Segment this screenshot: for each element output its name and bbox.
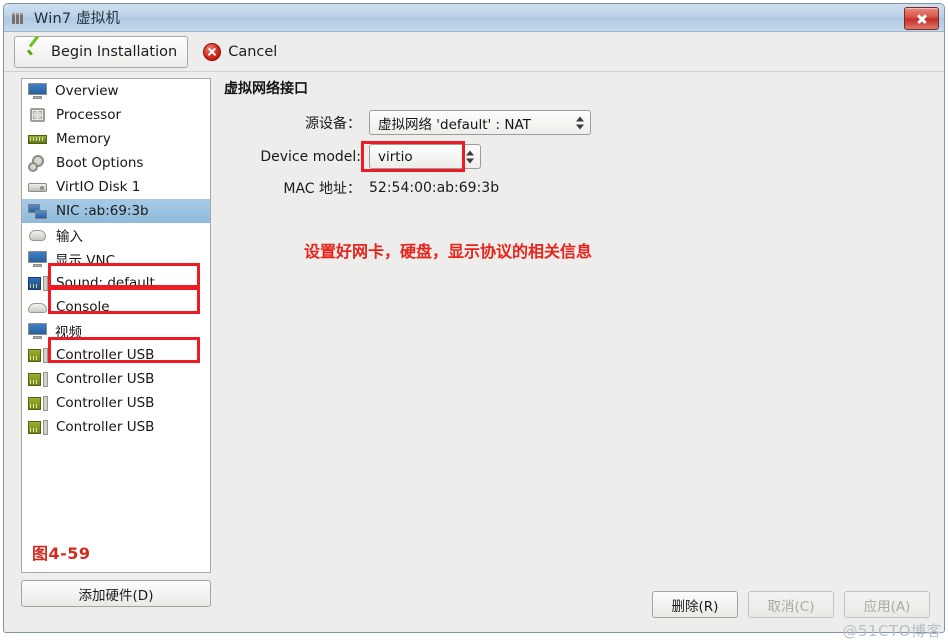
hardware-list-item[interactable]: Controller USB xyxy=(22,391,210,415)
device-model-label: Device model: xyxy=(260,148,361,165)
mac-address-label: MAC 地址： xyxy=(283,181,361,197)
apply-button: 应用(A) xyxy=(844,591,930,618)
mouse-icon xyxy=(28,227,48,244)
hardware-list-item-label: 显示 VNC xyxy=(55,253,116,269)
toolbar: Begin Installation Cancel xyxy=(4,32,944,72)
hardware-list-item[interactable]: 显示 VNC xyxy=(22,247,210,271)
hardware-list-item-label: Console xyxy=(56,299,110,315)
footer-buttons: 删除(R) 取消(C) 应用(A) xyxy=(652,591,930,618)
hardware-list-item-label: Overview xyxy=(55,83,119,99)
source-device-select[interactable]: 虚拟网络 'default' : NAT xyxy=(369,110,591,135)
close-icon[interactable] xyxy=(904,7,939,30)
hardware-list-item[interactable]: Controller USB xyxy=(22,415,210,439)
usb-controller-icon xyxy=(28,419,48,436)
hardware-list-item[interactable]: NIC :ab:69:3b xyxy=(22,199,210,223)
hardware-list-item[interactable]: Overview xyxy=(22,79,210,103)
gears-icon xyxy=(28,154,48,172)
hardware-list-item[interactable]: 视频 xyxy=(22,319,210,343)
hardware-list-item-label: Controller USB xyxy=(56,347,155,363)
hardware-list-item[interactable]: Memory xyxy=(22,127,210,151)
watermark: @51CTO博客 xyxy=(842,622,942,640)
hardware-list-item-label: Controller USB xyxy=(56,395,155,411)
hardware-list-item-label: 视频 xyxy=(55,325,82,341)
window-menu-icon[interactable] xyxy=(12,11,28,24)
hardware-list-item-label: Boot Options xyxy=(56,155,144,171)
begin-installation-label: Begin Installation xyxy=(51,43,178,60)
mac-address-value: 52:54:00:ab:69:3b xyxy=(369,180,500,196)
chevron-updown-icon xyxy=(576,115,585,130)
title-bar: Win7 虚拟机 xyxy=(4,4,944,32)
hardware-list-item-label: VirtIO Disk 1 xyxy=(56,179,141,195)
hardware-list-item[interactable]: Sound: default xyxy=(22,271,210,295)
memory-icon xyxy=(28,131,48,148)
hardware-list-item-label: Processor xyxy=(56,107,122,123)
red-annotation-text: 设置好网卡，硬盘，显示协议的相关信息 xyxy=(304,242,593,261)
cancel-label: Cancel xyxy=(228,43,278,60)
hardware-list-item[interactable]: Controller USB xyxy=(22,367,210,391)
monitor-icon xyxy=(28,251,47,267)
virt-manager-window: Win7 虚拟机 Begin Installation Cancel Overv… xyxy=(3,3,945,633)
cpu-icon xyxy=(28,107,48,124)
hardware-list-item[interactable]: Controller USB xyxy=(22,343,210,367)
network-card-icon xyxy=(28,203,48,220)
monitor-icon xyxy=(28,83,47,99)
network-interface-panel: 虚拟网络接口 源设备： 虚拟网络 'default' : NAT Device … xyxy=(224,78,934,598)
window-title: Win7 虚拟机 xyxy=(34,11,121,27)
add-hardware-button[interactable]: 添加硬件(D) xyxy=(21,580,211,607)
cancel-x-icon xyxy=(203,42,222,61)
figure-caption: 图4-59 xyxy=(32,544,91,563)
console-icon xyxy=(28,299,48,316)
source-device-row: 源设备： 虚拟网络 'default' : NAT xyxy=(224,110,934,135)
sound-card-icon xyxy=(28,275,48,292)
mac-address-row: MAC 地址： 52:54:00:ab:69:3b xyxy=(224,178,934,198)
hardware-list-item-label: 输入 xyxy=(56,229,83,245)
panel-title: 虚拟网络接口 xyxy=(224,81,308,97)
hardware-list-item[interactable]: Boot Options xyxy=(22,151,210,175)
cancel-changes-button: 取消(C) xyxy=(748,591,834,618)
remove-button[interactable]: 删除(R) xyxy=(652,591,738,618)
source-device-value: 虚拟网络 'default' : NAT xyxy=(378,116,531,133)
usb-controller-icon xyxy=(28,371,48,388)
hardware-list-item[interactable]: 输入 xyxy=(22,223,210,247)
cancel-button[interactable]: Cancel xyxy=(192,36,288,68)
hardware-list-item-label: Controller USB xyxy=(56,371,155,387)
hardware-list-items: Overview Processor Memory Boot Options VirtI… xyxy=(22,79,210,439)
monitor-icon xyxy=(28,323,47,339)
hardware-list-item-label: Memory xyxy=(56,131,111,147)
device-model-value: virtio xyxy=(378,148,413,165)
hardware-list-item[interactable]: Processor xyxy=(22,103,210,127)
begin-installation-button[interactable]: Begin Installation xyxy=(14,35,189,68)
body-area: Overview Processor Memory Boot Options VirtI… xyxy=(4,72,944,632)
hardware-list-item[interactable]: VirtIO Disk 1 xyxy=(22,175,210,199)
disk-icon xyxy=(28,179,48,196)
usb-controller-icon xyxy=(28,395,48,412)
chevron-updown-icon xyxy=(466,149,475,164)
hardware-list-item-label: NIC :ab:69:3b xyxy=(56,203,149,219)
hardware-list-item-label: Sound: default xyxy=(56,275,155,291)
source-device-label: 源设备： xyxy=(305,115,361,132)
check-icon xyxy=(25,42,44,61)
device-model-select[interactable]: virtio xyxy=(369,144,481,169)
usb-controller-icon xyxy=(28,347,48,364)
hardware-list[interactable]: Overview Processor Memory Boot Options VirtI… xyxy=(21,78,211,573)
device-model-row: Device model: virtio xyxy=(224,141,934,172)
hardware-list-item[interactable]: Console xyxy=(22,295,210,319)
screenshot-root: Win7 虚拟机 Begin Installation Cancel Overv… xyxy=(0,0,948,643)
hardware-list-item-label: Controller USB xyxy=(56,419,155,435)
